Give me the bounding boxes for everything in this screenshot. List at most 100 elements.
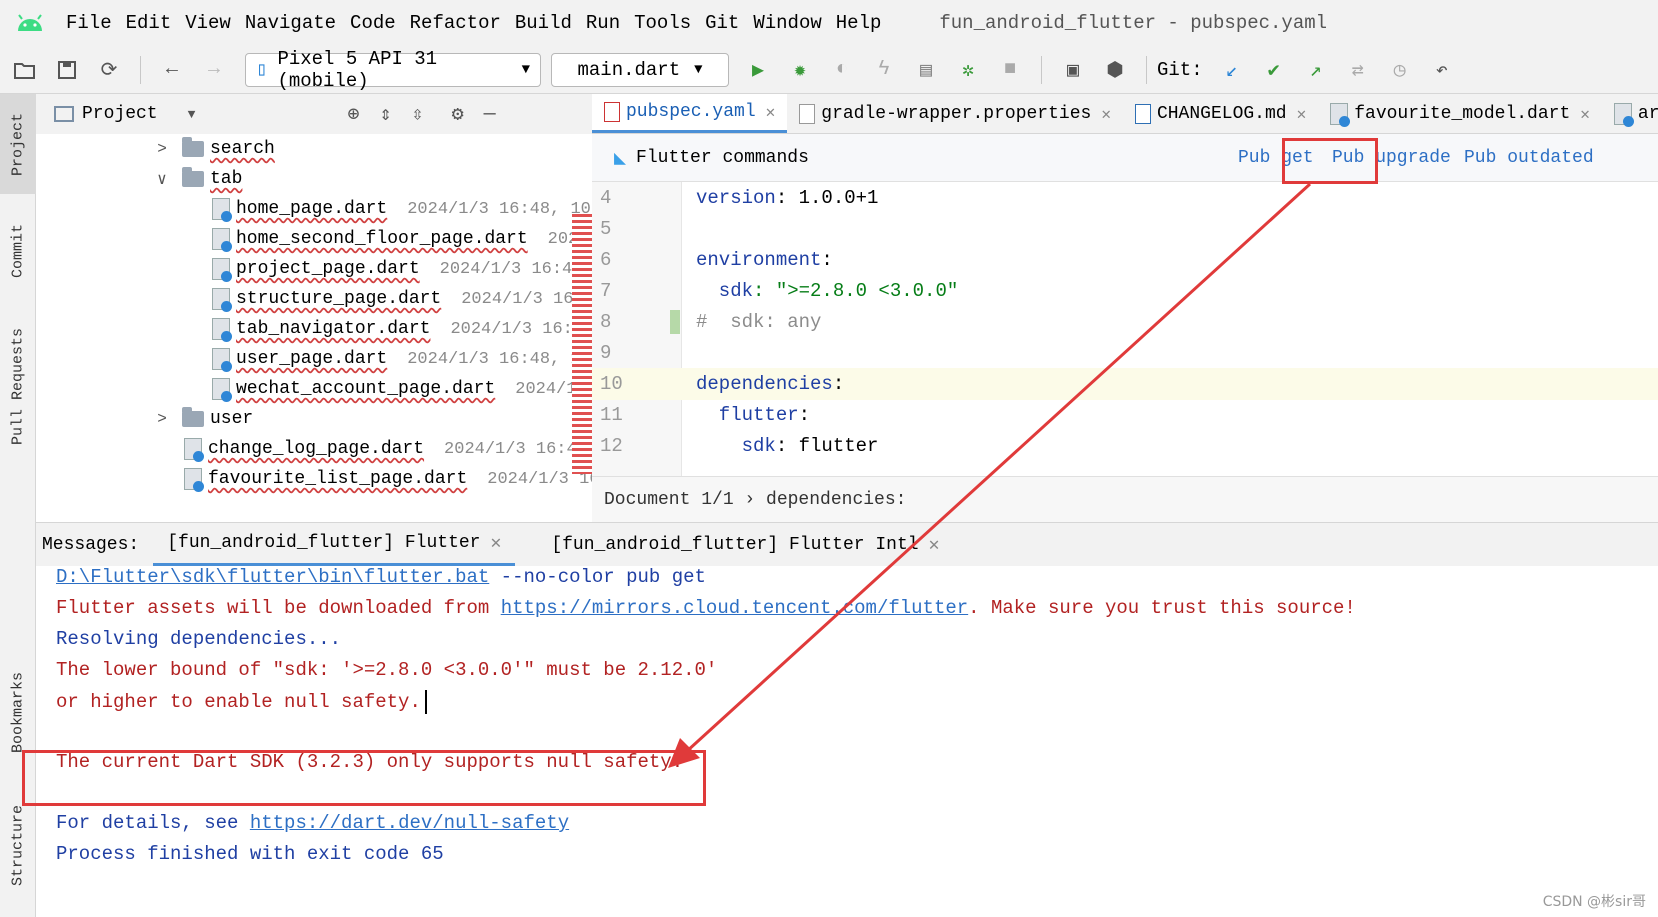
close-icon[interactable]: ✕ xyxy=(490,532,501,554)
project-tool-tab-label: Project xyxy=(9,112,27,176)
sdk-manager-icon[interactable]: ⬢ xyxy=(1100,55,1130,85)
tree-folder-search[interactable]: > search xyxy=(152,134,275,164)
flutter-logo-icon: ◣ xyxy=(614,147,627,171)
hot-reload-icon[interactable]: ϟ xyxy=(869,55,899,85)
tab-artic[interactable]: artic xyxy=(1602,94,1658,133)
commit-tool-tab-label: Commit xyxy=(9,224,27,279)
tab-favourite-model-dart[interactable]: favourite_model.dart ✕ xyxy=(1318,94,1602,133)
git-compare-icon[interactable]: ⇄ xyxy=(1343,55,1373,85)
attach-debugger-icon[interactable]: ▤ xyxy=(911,55,941,85)
device-selector[interactable]: ▯ Pixel 5 API 31 (mobile) ▼ xyxy=(245,48,541,92)
stop-icon[interactable]: ■ xyxy=(995,55,1025,85)
forward-arrow-icon[interactable]: → xyxy=(199,55,229,85)
hide-panel-icon[interactable]: — xyxy=(484,103,496,126)
close-icon[interactable]: ✕ xyxy=(766,102,776,122)
messages-tab-flutter[interactable]: [fun_android_flutter] Flutter ✕ xyxy=(153,523,516,567)
menu-file[interactable]: File xyxy=(66,12,112,34)
collapse-all-icon[interactable]: ⇳ xyxy=(412,101,424,127)
tree-file-structure-page[interactable]: structure_page.dart 2024/1/3 16:48, xyxy=(212,284,592,314)
pub-outdated-link[interactable]: Pub outdated xyxy=(1464,148,1594,168)
menu-run[interactable]: Run xyxy=(586,12,620,34)
tree-folder-tab[interactable]: ∨ tab xyxy=(152,164,242,194)
chevron-down-icon[interactable]: ∨ xyxy=(152,169,172,189)
console-output[interactable]: D:\Flutter\sdk\flutter\bin\flutter.bat -… xyxy=(36,566,1658,917)
close-icon[interactable]: ✕ xyxy=(1580,104,1590,124)
flutter-bat-link[interactable]: D:\Flutter\sdk\flutter\bin\flutter.bat xyxy=(56,566,489,588)
project-tool-tab[interactable]: Project xyxy=(0,94,36,194)
code-line: 11 flutter: xyxy=(592,399,1658,431)
mirror-url-link[interactable]: https://mirrors.cloud.tencent.com/flutte… xyxy=(501,597,968,619)
sync-icon[interactable]: ⟳ xyxy=(94,55,124,85)
text-caret xyxy=(424,690,427,714)
back-arrow-icon[interactable]: ← xyxy=(157,55,187,85)
tree-file-user-page[interactable]: user_page.dart 2024/1/3 16:48, 11. xyxy=(212,344,592,374)
rollback-icon[interactable]: ↶ xyxy=(1427,55,1457,85)
bookmarks-tool-tab[interactable]: Bookmarks xyxy=(0,660,36,764)
device-manager-icon[interactable]: ▣ xyxy=(1058,55,1088,85)
tab-pubspec-yaml[interactable]: pubspec.yaml ✕ xyxy=(592,94,788,133)
tab-changelog-md[interactable]: CHANGELOG.md ✕ xyxy=(1123,94,1318,133)
console-text: For details, see xyxy=(56,812,250,834)
menu-git[interactable]: Git xyxy=(705,12,739,34)
device-selector-label: Pixel 5 API 31 (mobile) xyxy=(277,47,438,92)
close-icon[interactable]: ✕ xyxy=(929,534,940,556)
menu-build[interactable]: Build xyxy=(515,12,572,34)
profile-icon[interactable]: ✲ xyxy=(953,55,983,85)
close-icon[interactable]: ✕ xyxy=(1101,104,1111,124)
menu-help[interactable]: Help xyxy=(836,12,882,34)
line-number: 11 xyxy=(600,404,623,426)
menu-code[interactable]: Code xyxy=(350,12,396,34)
code-editor[interactable]: 4 version: 1.0.0+1 5 6 environment: 7 sd… xyxy=(592,182,1658,476)
menu-view[interactable]: View xyxy=(185,12,231,34)
editor-tab-bar: pubspec.yaml ✕ gradle-wrapper.properties… xyxy=(592,94,1658,134)
git-update-icon[interactable]: ↙ xyxy=(1217,55,1247,85)
tree-file-home-second-floor-page[interactable]: home_second_floor_page.dart 2024/1 xyxy=(212,224,592,254)
run-icon[interactable]: ▶ xyxy=(743,55,773,85)
settings-gear-icon[interactable]: ⚙ xyxy=(452,101,464,127)
pull-requests-tool-tab[interactable]: Pull Requests xyxy=(0,316,36,456)
chevron-down-icon[interactable]: ▼ xyxy=(188,107,196,122)
coverage-icon[interactable]: ◐ xyxy=(827,55,857,85)
messages-tab-flutter-intl[interactable]: [fun_android_flutter] Flutter Intl ✕ xyxy=(537,523,953,567)
chevron-right-icon[interactable]: > xyxy=(152,140,172,158)
toolbar-separator xyxy=(140,55,141,84)
menu-window[interactable]: Window xyxy=(753,12,821,34)
commit-tool-tab[interactable]: Commit xyxy=(0,206,36,296)
chevron-right-icon[interactable]: > xyxy=(152,410,172,428)
editor-breadcrumb[interactable]: Document 1/1 › dependencies: xyxy=(592,476,1658,522)
project-panel-title[interactable]: Project xyxy=(82,104,158,124)
run-config-selector[interactable]: main.dart ▼ xyxy=(551,52,729,87)
menu-tools[interactable]: Tools xyxy=(634,12,691,34)
tree-file-home-page[interactable]: home_page.dart 2024/1/3 16:48, 10. xyxy=(212,194,592,224)
close-icon[interactable]: ✕ xyxy=(1297,104,1307,124)
null-safety-link[interactable]: https://dart.dev/null-safety xyxy=(250,812,569,834)
tab-gradle-wrapper-properties[interactable]: gradle-wrapper.properties ✕ xyxy=(787,94,1123,133)
tree-file-tab-navigator[interactable]: tab_navigator.dart 2024/1/3 16:48 xyxy=(212,314,592,344)
project-panel-header: Project ▼ ⊕ ⇕ ⇳ ⚙ — xyxy=(36,94,592,134)
vcs-change-marker xyxy=(670,310,680,334)
main-toolbar: ⟳ ← → ▯ Pixel 5 API 31 (mobile) ▼ main.d… xyxy=(0,46,1658,94)
dart-file-icon xyxy=(212,348,232,372)
menu-refactor[interactable]: Refactor xyxy=(410,12,501,34)
tree-item-label: user xyxy=(210,409,254,429)
history-clock-icon[interactable]: ◷ xyxy=(1385,55,1415,85)
open-folder-icon[interactable] xyxy=(10,55,40,85)
tree-file-favourite-list-page[interactable]: favourite_list_page.dart 2024/1/3 16:4 xyxy=(184,464,592,494)
code-key: sdk xyxy=(696,435,776,457)
save-icon[interactable] xyxy=(52,55,82,85)
tree-file-change-log-page[interactable]: change_log_page.dart 2024/1/3 16:48, xyxy=(184,434,592,464)
tree-folder-user[interactable]: > user xyxy=(152,404,253,434)
git-push-icon[interactable]: ↗ xyxy=(1301,55,1331,85)
tree-file-wechat-account-page[interactable]: wechat_account_page.dart 2024/1/3 xyxy=(212,374,592,404)
locate-crosshair-icon[interactable]: ⊕ xyxy=(347,101,359,127)
bookmarks-tool-tab-label: Bookmarks xyxy=(9,671,27,753)
structure-tool-tab[interactable]: Structure xyxy=(0,790,36,900)
console-line: or higher to enable null safety. xyxy=(56,690,427,714)
expand-all-icon[interactable]: ⇕ xyxy=(379,101,391,127)
menu-navigate[interactable]: Navigate xyxy=(245,12,336,34)
git-commit-icon[interactable]: ✔ xyxy=(1259,55,1289,85)
tree-file-project-page[interactable]: project_page.dart 2024/1/3 16:48, 5 xyxy=(212,254,592,284)
menu-edit[interactable]: Edit xyxy=(126,12,172,34)
debug-bug-icon[interactable]: ✹ xyxy=(785,55,815,85)
code-line: 9 xyxy=(592,337,1658,369)
